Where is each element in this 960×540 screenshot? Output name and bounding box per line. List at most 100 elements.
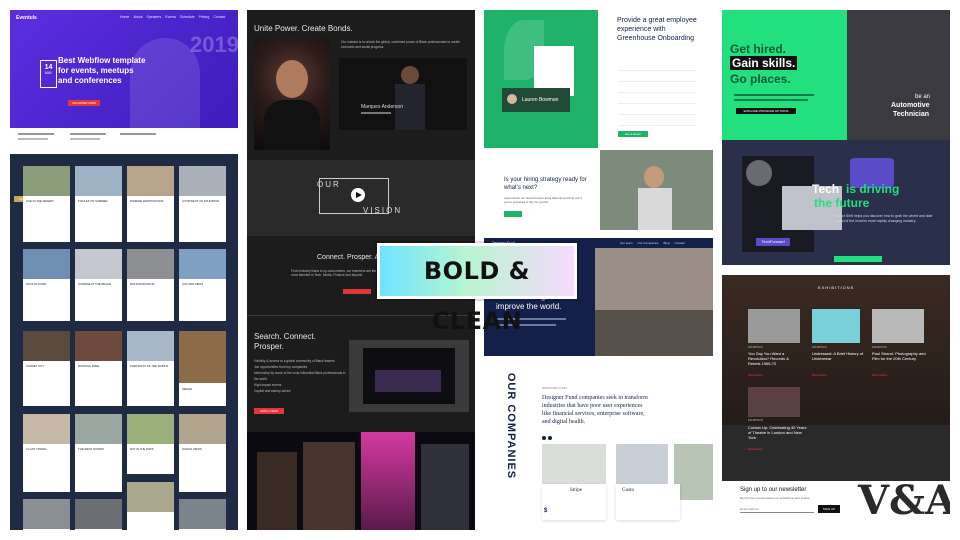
screen-content <box>375 370 441 392</box>
list-item[interactable]: SUNSET CITY <box>23 331 70 406</box>
nav-item[interactable]: Home <box>120 15 129 21</box>
exhibition-title[interactable]: Curtain Up: Celebrating 40 Years of Thea… <box>748 425 810 440</box>
badge-line-1: be an <box>915 94 931 100</box>
company-card-stripe[interactable]: Stripe $ <box>542 484 606 520</box>
card-title: A LAST TRAVEL <box>26 447 47 451</box>
tech-title-3: the future <box>814 196 870 210</box>
info-text <box>120 133 156 135</box>
exhibition-image[interactable] <box>872 309 924 343</box>
signup-button[interactable]: SIGN UP <box>818 505 840 513</box>
company-card-gusto[interactable]: Gusto <box>616 484 680 520</box>
list-item[interactable]: RUNNING FREE <box>75 331 122 406</box>
nav-item[interactable]: Contact <box>675 241 685 245</box>
nav-item[interactable]: Pricing <box>199 15 210 21</box>
card-image <box>127 482 174 512</box>
carousel-dot[interactable] <box>548 436 552 440</box>
list-item[interactable]: LIFE IN THE DESERT <box>23 166 70 242</box>
office-photo <box>600 150 713 230</box>
techforward-logo[interactable]: TechForward <box>756 238 790 246</box>
events-template-panel[interactable]: Eventuls Home About Speakers Events Sche… <box>10 10 238 146</box>
headline-line: Search. Connect. <box>254 332 316 341</box>
list-item[interactable]: DIVERSE DESTINATIONS <box>127 166 174 242</box>
exhibition-image[interactable] <box>812 309 860 343</box>
nav-item[interactable]: Our Companies <box>638 241 659 245</box>
nav-item[interactable]: Events <box>165 15 176 21</box>
exhibition-title[interactable]: Paul Strand: Photography and Film for th… <box>872 351 928 361</box>
events-logo[interactable]: Eventuls <box>16 15 37 21</box>
list-item[interactable]: MOUNTAIN PATHS <box>127 249 174 321</box>
nav-item[interactable]: About <box>133 15 142 21</box>
list-item[interactable]: DAYS IN TOWN <box>23 249 70 321</box>
book-link[interactable]: Book tickets <box>872 373 887 377</box>
list-item[interactable] <box>75 499 122 530</box>
list-item[interactable] <box>23 499 70 530</box>
list-item[interactable]: PORTRAITS OF THE WORLD <box>127 331 174 406</box>
list-item[interactable]: OCEAN VIEWS <box>179 414 226 492</box>
email-field[interactable] <box>740 505 814 513</box>
list-item[interactable]: A PORTRAIT OF ETHIOPIAN <box>179 166 226 242</box>
greenhouse-hero-bg: Lauren Bowman <box>484 10 598 148</box>
headline-line: Prosper. <box>254 342 284 351</box>
book-link[interactable]: Book tickets <box>748 373 763 377</box>
play-icon[interactable] <box>351 188 365 202</box>
greenhouse-panel[interactable]: Lauren Bowman Provide a great employee e… <box>484 10 713 230</box>
nav-item[interactable]: Schedule <box>180 15 195 21</box>
explore-button[interactable]: EXPLORE PROGRAM OPTIONS <box>736 108 796 114</box>
exhibition-image[interactable] <box>748 309 800 343</box>
list-item[interactable] <box>179 499 226 530</box>
badge-line-2: Automotive <box>891 102 930 109</box>
list-item[interactable]: DAY IN THE PARK <box>127 414 174 474</box>
tech-cta-button[interactable] <box>834 256 882 262</box>
nav-item[interactable]: Our team <box>620 241 633 245</box>
greenhouse-headline: Provide a great employee experience with… <box>617 17 697 42</box>
list-item[interactable]: 5 RULES OF SUMMER <box>75 166 122 242</box>
exhibitions-panel[interactable]: EXHIBITIONS EXHIBITION You Say You Want … <box>722 275 950 530</box>
register-button[interactable]: REGISTER NOW <box>68 100 100 106</box>
profile-card: Lauren Bowman <box>502 88 570 112</box>
card-image <box>75 331 122 361</box>
list-item[interactable]: SUNRISE AT THE BEACH <box>75 249 122 321</box>
dollar-icon: $ <box>544 508 548 514</box>
apply-button[interactable]: APPLY NOW <box>254 408 284 414</box>
events-title: Best Webflow template for events, meetup… <box>58 56 145 86</box>
bold-clean-badge: BOLD & CLEAN <box>377 243 577 335</box>
list-item[interactable]: A LAST TRAVEL <box>23 414 70 492</box>
learn-more-button[interactable] <box>504 211 522 217</box>
card-title: AUTUMN HIKES <box>182 282 204 286</box>
person-head <box>401 66 419 84</box>
person-name: Marques Anderson <box>361 104 403 110</box>
demo-button[interactable]: Get a Demo <box>618 131 648 137</box>
nav-item[interactable]: Speakers <box>147 15 162 21</box>
carousel-dot[interactable] <box>542 436 546 440</box>
card-image <box>75 249 122 279</box>
nav-item[interactable]: Blog <box>664 241 670 245</box>
card-image <box>23 414 70 444</box>
exhibition-tag: EXHIBITION <box>812 346 827 349</box>
va-logo[interactable]: V&A <box>858 477 950 524</box>
tech-program-panel[interactable]: Get hired. Gain skills. Go places. EXPLO… <box>722 10 950 265</box>
list-item[interactable]: THE WEST WOODS <box>75 414 122 492</box>
card-title: A PORTRAIT OF ETHIOPIAN <box>182 199 220 203</box>
exhibition-title[interactable]: You Say You Want a Revolution? Records &… <box>748 351 802 366</box>
member-photo <box>361 432 415 530</box>
body-shape <box>264 100 320 150</box>
connect-button[interactable] <box>343 289 371 294</box>
exhibition-image[interactable] <box>748 387 800 417</box>
date-box: 14 MAY <box>40 60 57 88</box>
newsletter-title: Sign up to our newsletter <box>740 487 807 493</box>
nav-item[interactable]: Contact <box>213 15 225 21</box>
year-watermark: 2019 <box>190 32 238 57</box>
list-item[interactable]: SMILES <box>179 331 226 406</box>
video-frame[interactable]: Marques Anderson <box>339 58 467 130</box>
card-image <box>23 499 70 529</box>
exhibition-tag: EXHIBITION <box>748 419 763 422</box>
list-item[interactable]: AUTUMN HIKES <box>179 249 226 321</box>
tech-body: Project Shift helps you discover how to … <box>834 214 933 223</box>
list-item[interactable] <box>127 482 174 530</box>
exhibition-title[interactable]: Undressed: A Brief History of Underwear <box>812 351 866 361</box>
book-link[interactable]: Book tickets <box>812 373 827 377</box>
badge-label: BOLD & CLEAN <box>423 257 531 335</box>
book-link[interactable]: Book tickets <box>748 447 763 451</box>
feature-row <box>618 104 696 115</box>
designer-body: Designer Fund companies seek to transfor… <box>542 395 648 425</box>
